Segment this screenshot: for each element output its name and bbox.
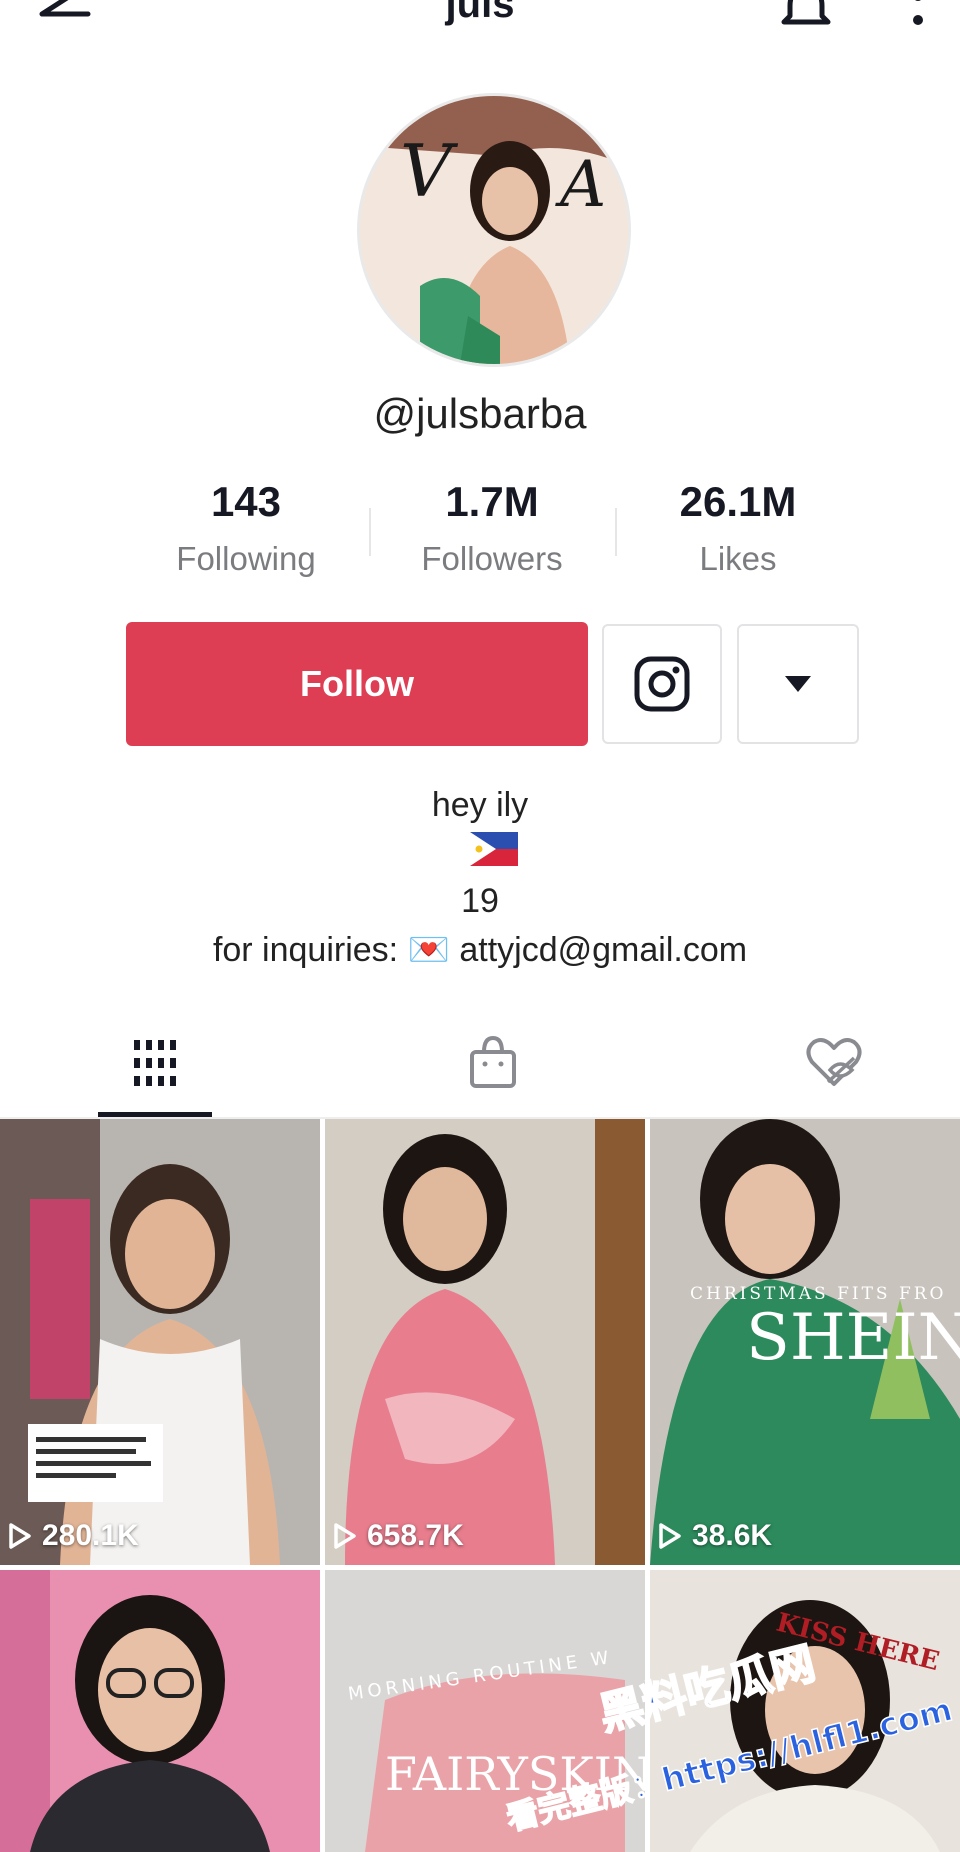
- play-icon: [659, 1523, 681, 1549]
- followers-label: Followers: [421, 540, 563, 577]
- bio-inquiries: for inquiries: 💌 attyjcd@gmail.com: [212, 931, 748, 969]
- likes-count: 26.1M: [679, 478, 797, 525]
- tab-liked-hidden-heart-icon[interactable]: [804, 1036, 864, 1090]
- more-options-icon[interactable]: [904, 0, 932, 32]
- video-thumbnail: SHEIN CHRISTMAS FITS FRO: [650, 1119, 960, 1565]
- view-count-text: 658.7K: [367, 1519, 464, 1552]
- caret-down-icon: [785, 676, 811, 692]
- suggested-accounts-button[interactable]: [737, 624, 859, 744]
- view-count: 280.1K: [8, 1519, 139, 1553]
- video-thumbnail: [0, 1119, 320, 1565]
- stat-followers[interactable]: 1.7M Followers: [372, 478, 612, 578]
- tab-shop-bag-icon[interactable]: [468, 1036, 518, 1090]
- tab-videos-grid-icon[interactable]: [132, 1040, 178, 1086]
- video-tile[interactable]: 658.7K: [325, 1119, 645, 1565]
- view-count: 38.6K: [658, 1519, 772, 1553]
- stat-following[interactable]: 143 Following: [126, 478, 366, 578]
- watermark-line1: 黑料吃瓜网: [594, 1640, 820, 1741]
- likes-label: Likes: [699, 540, 777, 577]
- avatar[interactable]: V A: [360, 96, 628, 364]
- stat-likes[interactable]: 26.1M Likes: [618, 478, 858, 578]
- follow-button[interactable]: Follow: [126, 622, 588, 746]
- bio-text: hey ily: [431, 786, 529, 824]
- overlay-text: SHEIN: [746, 1301, 960, 1375]
- bell-icon[interactable]: [776, 0, 836, 32]
- stat-divider: [615, 508, 617, 556]
- video-thumbnail: [0, 1570, 320, 1852]
- view-count-text: 38.6K: [692, 1519, 773, 1552]
- video-thumbnail: [325, 1119, 645, 1565]
- instagram-icon: [634, 656, 690, 712]
- video-tile[interactable]: [0, 1570, 320, 1852]
- watermark-line2: 看完整版：https://hlfl1.com: [503, 1690, 956, 1838]
- view-count-text: 280.1K: [42, 1519, 139, 1552]
- svg-text:V: V: [400, 129, 459, 213]
- bio-age: 19: [461, 882, 499, 920]
- instagram-button[interactable]: [602, 624, 722, 744]
- philippines-flag-icon: [470, 832, 518, 866]
- view-count: 658.7K: [333, 1519, 464, 1553]
- play-icon: [9, 1523, 31, 1549]
- followers-count: 1.7M: [445, 478, 539, 525]
- overlay-subtext: CHRISTMAS FITS FRO: [690, 1284, 947, 1304]
- play-icon: [334, 1523, 356, 1549]
- video-tile[interactable]: 280.1K: [0, 1119, 320, 1565]
- following-count: 143: [210, 478, 282, 525]
- stat-divider: [369, 508, 371, 556]
- watermark: 黑料吃瓜网 看完整版：https://hlfl1.com: [502, 1640, 957, 1839]
- following-label: Following: [176, 540, 316, 577]
- back-arrow-icon[interactable]: [34, 0, 94, 30]
- username: @julsbarba: [373, 390, 587, 437]
- svg-text:A: A: [555, 148, 606, 222]
- video-tile[interactable]: SHEIN CHRISTMAS FITS FRO 38.6K: [650, 1119, 960, 1565]
- page-title: juls: [445, 0, 515, 26]
